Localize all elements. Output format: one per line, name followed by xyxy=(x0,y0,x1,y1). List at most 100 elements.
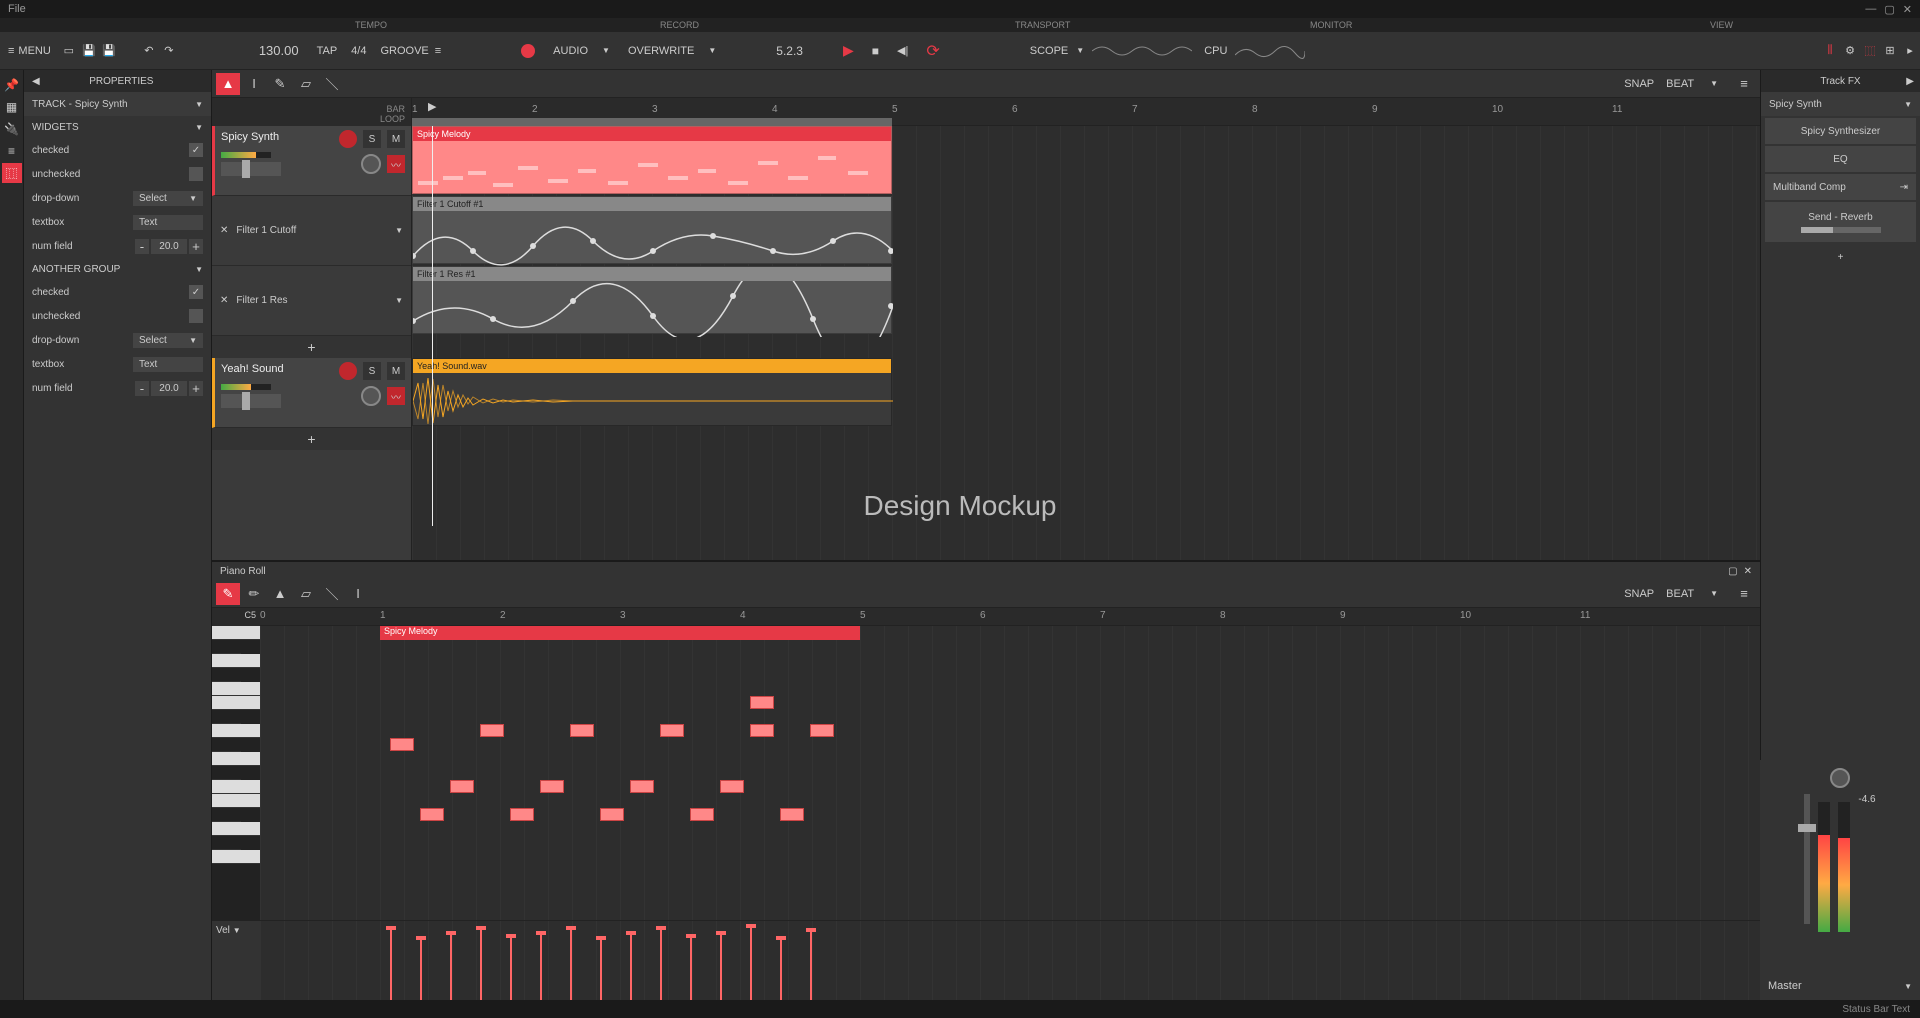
track2-pan-knob[interactable] xyxy=(361,386,381,406)
piano-keys[interactable]: C4 xyxy=(212,626,260,920)
pr-maximize-icon[interactable]: ▢ xyxy=(1728,566,1737,577)
save-icon[interactable]: 💾 xyxy=(79,41,99,61)
master-label[interactable]: Master xyxy=(1768,980,1802,992)
pr-menu-icon[interactable]: ≡ xyxy=(1732,583,1756,605)
piano-note[interactable] xyxy=(510,808,534,821)
fx-item-comp[interactable]: Multiband Comp⇥ xyxy=(1765,174,1916,200)
g2-num-value[interactable]: 20.0 xyxy=(151,381,187,396)
save-as-icon[interactable]: 💾 xyxy=(99,41,119,61)
g2-numfield[interactable]: -20.0+ xyxy=(135,381,203,396)
piano-note[interactable] xyxy=(660,724,684,737)
piano-ruler[interactable]: 0 1 2 3 4 5 6 7 8 9 10 11 xyxy=(260,608,1760,626)
loop-button[interactable]: ⟳ xyxy=(926,41,939,61)
track1-pan-knob[interactable] xyxy=(361,154,381,174)
dropdown-select[interactable]: Select▼ xyxy=(133,191,203,206)
another-group-header[interactable]: ANOTHER GROUP ▼ xyxy=(24,258,211,280)
pr-tool-cut[interactable]: ＼ xyxy=(320,583,344,605)
clip-audio[interactable]: Yeah! Sound.wav xyxy=(412,358,892,426)
fx-expand-icon[interactable]: ▶ xyxy=(1906,76,1914,87)
rewind-button[interactable]: ◀| xyxy=(897,44,908,57)
clip-res[interactable]: Filter 1 Res #1 xyxy=(412,266,892,334)
pr-close-icon[interactable]: ✕ xyxy=(1744,566,1752,577)
add-lane-button[interactable]: + xyxy=(212,336,411,358)
master-caret-icon[interactable]: ▼ xyxy=(1904,982,1912,991)
panel-list-icon[interactable]: ≡ xyxy=(2,141,22,161)
g2-checkbox-unchecked[interactable] xyxy=(189,309,203,323)
lane-close-icon[interactable]: ✕ xyxy=(220,225,228,236)
tool-eraser[interactable]: ▱ xyxy=(294,73,318,95)
fx-item-reverb[interactable]: Send - Reverb xyxy=(1765,202,1916,242)
track-caret-icon[interactable]: ▼ xyxy=(195,100,203,109)
piano-clip-header[interactable]: Spicy Melody xyxy=(380,626,860,640)
num-value[interactable]: 20.0 xyxy=(151,239,187,254)
track1-volume-slider[interactable] xyxy=(221,162,281,176)
panel-piano-icon[interactable]: ▦ xyxy=(2,97,22,117)
overwrite-mode[interactable]: OVERWRITE xyxy=(628,45,694,57)
clip-cutoff[interactable]: Filter 1 Cutoff #1 xyxy=(412,196,892,264)
piano-note[interactable] xyxy=(570,724,594,737)
loop-region[interactable] xyxy=(412,118,892,126)
track-header-1[interactable]: Spicy Synth S M 〰 xyxy=(212,126,411,196)
track-header-2[interactable]: Yeah! Sound S M 〰 xyxy=(212,358,411,428)
panel-mixer-icon[interactable]: ⿲ xyxy=(2,163,22,183)
sidechain-icon[interactable]: ⇥ xyxy=(1900,182,1908,193)
timeline[interactable]: ▶ 1 2 3 4 5 6 7 8 9 10 11 xyxy=(412,98,1760,560)
g2-dropdown-select[interactable]: Select▼ xyxy=(133,333,203,348)
beat-label[interactable]: BEAT xyxy=(1666,78,1694,90)
panel-plug-icon[interactable]: 🔌 xyxy=(2,119,22,139)
g2-num-minus[interactable]: - xyxy=(135,381,149,396)
tap-button[interactable]: TAP xyxy=(317,45,338,57)
pr-tool-eraser[interactable]: ▱ xyxy=(294,583,318,605)
piano-note[interactable] xyxy=(450,780,474,793)
checkbox-unchecked[interactable] xyxy=(189,167,203,181)
playhead-line[interactable] xyxy=(432,126,433,526)
view-mixer-icon[interactable]: ⚙ xyxy=(1840,41,1860,61)
play-button[interactable]: ▶ xyxy=(843,42,854,59)
track2-automation-icon[interactable]: 〰 xyxy=(387,387,405,405)
stop-button[interactable]: ■ xyxy=(872,44,879,58)
track1-automation-icon[interactable]: 〰 xyxy=(387,155,405,173)
new-icon[interactable]: ▭ xyxy=(59,41,79,61)
num-minus[interactable]: - xyxy=(135,239,149,254)
timeline-ruler[interactable]: ▶ 1 2 3 4 5 6 7 8 9 10 11 xyxy=(412,98,1760,126)
master-pan-knob[interactable] xyxy=(1830,768,1850,788)
view-piano-icon[interactable]: ⿲ xyxy=(1860,41,1880,61)
groove-menu-icon[interactable]: ≡ xyxy=(435,45,441,57)
groove-button[interactable]: GROOVE xyxy=(380,45,428,57)
view-fx-icon[interactable]: ⊞ xyxy=(1880,41,1900,61)
lane-header-cutoff[interactable]: ✕Filter 1 Cutoff▼ xyxy=(212,196,411,266)
fx-item-eq[interactable]: EQ xyxy=(1765,146,1916,172)
track1-mute-button[interactable]: M xyxy=(387,130,405,148)
record-mode-caret-icon[interactable]: ▼ xyxy=(602,46,610,55)
piano-note[interactable] xyxy=(540,780,564,793)
piano-note[interactable] xyxy=(600,808,624,821)
lane-header-res[interactable]: ✕Filter 1 Res▼ xyxy=(212,266,411,336)
textbox-input[interactable]: Text xyxy=(133,215,203,230)
piano-note[interactable] xyxy=(750,696,774,709)
record-button[interactable] xyxy=(521,44,535,58)
piano-note[interactable] xyxy=(630,780,654,793)
undo-icon[interactable]: ↶ xyxy=(139,41,159,61)
pr-tool-pointer[interactable]: ▲ xyxy=(268,583,292,605)
view-more-icon[interactable]: ▸ xyxy=(1900,41,1920,61)
view-timeline-icon[interactable]: ⫼ xyxy=(1820,41,1840,61)
piano-note[interactable] xyxy=(480,724,504,737)
track1-record-button[interactable] xyxy=(339,130,357,148)
lane-cutoff-caret-icon[interactable]: ▼ xyxy=(395,226,403,235)
playhead-icon[interactable]: ▶ xyxy=(428,100,436,113)
file-menu[interactable]: File xyxy=(8,3,26,15)
velocity-body[interactable] xyxy=(260,921,1760,1000)
snap-caret-icon[interactable]: ▼ xyxy=(1710,79,1718,88)
track2-record-button[interactable] xyxy=(339,362,357,380)
lane-close-icon-2[interactable]: ✕ xyxy=(220,295,228,306)
pr-tool-pencil[interactable]: ✎ xyxy=(216,583,240,605)
g2-textbox-input[interactable]: Text xyxy=(133,357,203,372)
g2-checkbox-checked[interactable] xyxy=(189,285,203,299)
num-plus[interactable]: + xyxy=(189,239,203,254)
back-icon[interactable]: ◀ xyxy=(32,76,40,87)
piano-note[interactable] xyxy=(780,808,804,821)
scope-caret-icon[interactable]: ▼ xyxy=(1076,46,1084,55)
scope-button[interactable]: SCOPE xyxy=(1030,45,1069,57)
pr-beat-label[interactable]: BEAT xyxy=(1666,588,1694,600)
piano-note[interactable] xyxy=(750,724,774,737)
